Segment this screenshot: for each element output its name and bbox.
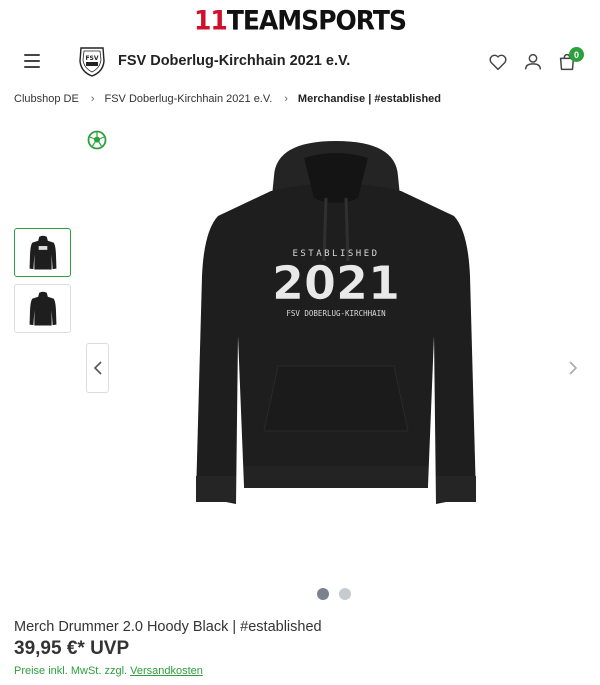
shipping-costs-link[interactable]: Versandkosten [130, 665, 203, 677]
breadcrumb-clubshop[interactable]: Clubshop DE [14, 93, 79, 105]
club-name[interactable]: FSV Doberlug-Kirchhain 2021 e.V. [118, 53, 350, 69]
chevron-left-icon [93, 361, 102, 375]
thumbnail-front[interactable] [14, 228, 71, 277]
carousel-prev-button[interactable] [86, 343, 109, 393]
product-price: 39,95 €* UVP [14, 638, 130, 659]
product-title: Merch Drummer 2.0 Hoody Black | #establi… [14, 619, 322, 635]
carousel-dot-2[interactable] [339, 588, 351, 600]
chevron-right-icon: › [90, 93, 95, 105]
brand-logo-number: 11 [194, 4, 228, 36]
breadcrumb-club[interactable]: FSV Doberlug-Kirchhain 2021 e.V. [105, 93, 273, 105]
carousel-dot-1[interactable] [317, 588, 329, 600]
user-icon[interactable] [522, 51, 544, 73]
breadcrumb: Clubshop DE › FSV Doberlug-Kirchhain 202… [14, 93, 441, 105]
football-icon [87, 130, 107, 150]
product-image: ESTABLISHED 2021 FSV DOBERLUG-KIRCHHAIN [196, 141, 476, 504]
tax-note: Preise inkl. MwSt. zzgl. Versandkosten [14, 665, 203, 677]
print-club: FSV DOBERLUG-KIRCHHAIN [286, 309, 385, 318]
tax-note-text: Preise inkl. MwSt. zzgl. [14, 665, 131, 677]
carousel-next-button[interactable] [562, 355, 584, 381]
hoodie-thumbnail-image [29, 291, 56, 326]
carousel-dots [317, 588, 351, 600]
hoodie-thumbnail-image [29, 235, 56, 270]
club-crest-icon[interactable]: FSV [77, 45, 107, 77]
svg-text:FSV: FSV [85, 55, 98, 62]
heart-icon[interactable] [487, 51, 509, 73]
breadcrumb-current: Merchandise | #established [297, 93, 441, 105]
brand-logo-word: TEAMSPORTS [226, 4, 407, 36]
brand-logo-text: 11TEAMSPORTS [194, 4, 407, 36]
print-year: 2021 [272, 256, 400, 310]
shop-header: FSV FSV Doberlug-Kirchhain 2021 e.V. [0, 40, 600, 84]
thumbnail-back[interactable] [14, 284, 71, 333]
chevron-right-icon [569, 361, 578, 375]
cart-count-badge: 0 [569, 47, 584, 62]
brand-logo[interactable]: 11TEAMSPORTS [0, 0, 600, 40]
chevron-right-icon: › [284, 93, 288, 105]
menu-icon[interactable] [24, 54, 40, 68]
